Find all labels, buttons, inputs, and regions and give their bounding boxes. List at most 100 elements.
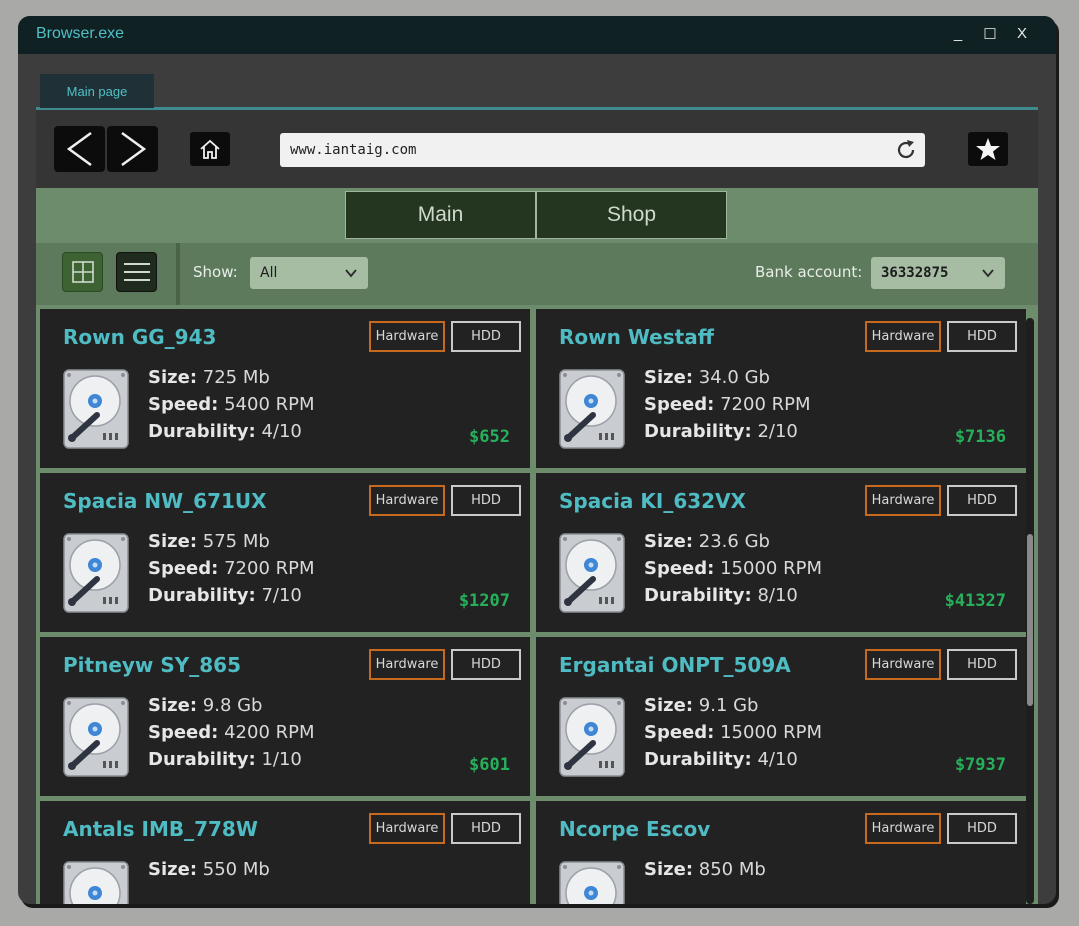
speed-spec: Speed: 7200 RPM bbox=[644, 394, 811, 415]
category-tag: Hardware bbox=[369, 649, 445, 680]
home-button[interactable] bbox=[190, 132, 230, 166]
close-button[interactable]: X bbox=[1012, 25, 1032, 42]
product-card[interactable]: Ergantai ONPT_509A Hardware HDD Size: 9.… bbox=[536, 637, 1026, 796]
grid-view-button[interactable] bbox=[62, 252, 103, 292]
durability-label: Durability: bbox=[148, 421, 256, 442]
hard-drive-icon bbox=[63, 697, 129, 777]
bank-account-select[interactable]: 36332875 bbox=[871, 257, 1005, 289]
window-title: Browser.exe bbox=[36, 25, 125, 42]
durability-value: 7/10 bbox=[261, 585, 302, 606]
size-label: Size: bbox=[644, 531, 694, 552]
product-price: $41327 bbox=[944, 591, 1006, 611]
product-price: $7937 bbox=[954, 755, 1006, 775]
speed-spec: Speed: 15000 RPM bbox=[644, 558, 822, 579]
size-spec: Size: 725 Mb bbox=[148, 367, 270, 388]
product-card[interactable]: Antals IMB_778W Hardware HDD Size: 550 M… bbox=[40, 801, 530, 904]
type-tag: HDD bbox=[451, 813, 521, 844]
address-bar[interactable]: www.iantaig.com bbox=[280, 133, 925, 167]
durability-spec: Durability: 4/10 bbox=[148, 421, 302, 442]
durability-spec: Durability: 8/10 bbox=[644, 585, 798, 606]
type-tag: HDD bbox=[451, 649, 521, 680]
product-price: $7136 bbox=[954, 427, 1006, 447]
site-nav: Main Shop bbox=[36, 188, 1038, 243]
title-bar[interactable]: Browser.exe _ ☐ X bbox=[18, 16, 1056, 54]
product-card[interactable]: Ncorpe Escov Hardware HDD Size: 850 Mb bbox=[536, 801, 1026, 904]
durability-label: Durability: bbox=[644, 749, 752, 770]
size-value: 575 Mb bbox=[202, 531, 270, 552]
forward-button[interactable] bbox=[107, 126, 158, 172]
site-tab-shop[interactable]: Shop bbox=[536, 191, 727, 239]
product-price: $1207 bbox=[458, 591, 510, 611]
scrollbar-thumb[interactable] bbox=[1027, 534, 1033, 706]
product-card[interactable]: Rown Westaff Hardware HDD Size: 34.0 Gb … bbox=[536, 309, 1026, 468]
durability-value: 8/10 bbox=[757, 585, 798, 606]
product-price: $652 bbox=[469, 427, 510, 447]
hard-drive-icon bbox=[559, 369, 625, 449]
size-label: Size: bbox=[644, 859, 694, 880]
back-arrow-icon bbox=[66, 131, 92, 167]
chevron-down-icon bbox=[345, 269, 357, 278]
durability-value: 4/10 bbox=[261, 421, 302, 442]
speed-spec: Speed: 4200 RPM bbox=[148, 722, 315, 743]
minimize-button[interactable]: _ bbox=[948, 25, 968, 42]
speed-value: 7200 RPM bbox=[224, 558, 315, 579]
product-card[interactable]: Rown GG_943 Hardware HDD Size: 725 Mb Sp… bbox=[40, 309, 530, 468]
category-tag: Hardware bbox=[865, 813, 941, 844]
product-name[interactable]: Rown GG_943 bbox=[63, 325, 216, 349]
show-filter-select[interactable]: All bbox=[250, 257, 368, 289]
size-spec: Size: 34.0 Gb bbox=[644, 367, 770, 388]
size-value: 550 Mb bbox=[202, 859, 270, 880]
bank-account-value: 36332875 bbox=[881, 265, 949, 281]
bookmark-button[interactable] bbox=[968, 132, 1008, 166]
maximize-button[interactable]: ☐ bbox=[980, 25, 1000, 43]
category-tag: Hardware bbox=[369, 485, 445, 516]
type-tag: HDD bbox=[451, 485, 521, 516]
category-tag: Hardware bbox=[865, 485, 941, 516]
durability-label: Durability: bbox=[148, 585, 256, 606]
show-filter-value: All bbox=[260, 265, 278, 281]
product-card[interactable]: Spacia KI_632VX Hardware HDD Size: 23.6 … bbox=[536, 473, 1026, 632]
size-value: 34.0 Gb bbox=[698, 367, 770, 388]
category-tag: Hardware bbox=[369, 813, 445, 844]
size-value: 9.1 Gb bbox=[698, 695, 759, 716]
speed-value: 5400 RPM bbox=[224, 394, 315, 415]
size-spec: Size: 575 Mb bbox=[148, 531, 270, 552]
hard-drive-icon bbox=[559, 697, 625, 777]
product-name[interactable]: Spacia KI_632VX bbox=[559, 489, 746, 513]
list-view-button[interactable] bbox=[116, 252, 157, 292]
toolbar-divider bbox=[176, 243, 180, 305]
hard-drive-icon bbox=[63, 369, 129, 449]
site-tab-main[interactable]: Main bbox=[345, 191, 536, 239]
durability-label: Durability: bbox=[644, 585, 752, 606]
product-card[interactable]: Pitneyw SY_865 Hardware HDD Size: 9.8 Gb… bbox=[40, 637, 530, 796]
navigation-bar: www.iantaig.com bbox=[36, 110, 1038, 188]
product-card[interactable]: Spacia NW_671UX Hardware HDD Size: 575 M… bbox=[40, 473, 530, 632]
tab-main-page[interactable]: Main page bbox=[40, 74, 154, 108]
reload-icon bbox=[897, 140, 915, 159]
speed-spec: Speed: 7200 RPM bbox=[148, 558, 315, 579]
type-tag: HDD bbox=[947, 485, 1017, 516]
back-button[interactable] bbox=[54, 126, 105, 172]
durability-value: 4/10 bbox=[757, 749, 798, 770]
size-spec: Size: 9.1 Gb bbox=[644, 695, 759, 716]
product-name[interactable]: Ncorpe Escov bbox=[559, 817, 710, 841]
product-name[interactable]: Rown Westaff bbox=[559, 325, 714, 349]
size-spec: Size: 23.6 Gb bbox=[644, 531, 770, 552]
size-label: Size: bbox=[148, 859, 198, 880]
product-name[interactable]: Pitneyw SY_865 bbox=[63, 653, 241, 677]
durability-spec: Durability: 4/10 bbox=[644, 749, 798, 770]
size-label: Size: bbox=[644, 695, 694, 716]
size-label: Size: bbox=[148, 695, 198, 716]
product-price: $601 bbox=[469, 755, 510, 775]
speed-value: 15000 RPM bbox=[720, 558, 822, 579]
product-name[interactable]: Antals IMB_778W bbox=[63, 817, 258, 841]
speed-label: Speed: bbox=[148, 394, 219, 415]
product-name[interactable]: Ergantai ONPT_509A bbox=[559, 653, 791, 677]
speed-label: Speed: bbox=[644, 722, 715, 743]
durability-spec: Durability: 7/10 bbox=[148, 585, 302, 606]
speed-label: Speed: bbox=[148, 558, 219, 579]
url-text: www.iantaig.com bbox=[290, 142, 417, 158]
product-name[interactable]: Spacia NW_671UX bbox=[63, 489, 267, 513]
size-value: 725 Mb bbox=[202, 367, 270, 388]
reload-button[interactable] bbox=[893, 137, 919, 163]
